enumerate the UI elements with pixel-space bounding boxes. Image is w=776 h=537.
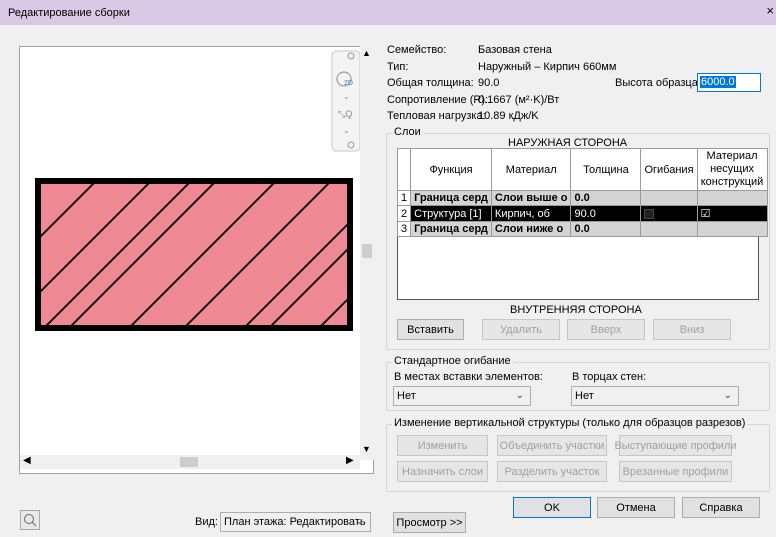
cell-material[interactable]: Слои выше о bbox=[490, 190, 572, 206]
cell-structural[interactable] bbox=[696, 190, 768, 206]
table-row[interactable]: 1 Граница серд Слои выше о 0.0 bbox=[396, 190, 768, 206]
window-title: Редактирование сборки bbox=[8, 6, 130, 19]
move-down-button[interactable]: Вниз bbox=[653, 319, 731, 340]
resistance-value: 0.1667 (м²·K)/Вт bbox=[478, 94, 560, 106]
ends-label: В торцах стен: bbox=[572, 371, 647, 383]
delete-button[interactable]: Удалить bbox=[482, 319, 560, 340]
cell-structural[interactable]: ☑ bbox=[696, 205, 768, 222]
cell-material[interactable]: Слои ниже о bbox=[490, 221, 572, 237]
scroll-up-icon[interactable]: ▲ bbox=[362, 48, 371, 58]
preview-canvas[interactable]: 2D ⌄ ⤡Q ⌄ bbox=[19, 46, 374, 474]
family-label: Семейство: bbox=[387, 44, 447, 56]
wrap-checkbox[interactable] bbox=[644, 208, 655, 219]
chevron-down-icon: ⌄ bbox=[723, 390, 732, 401]
hscroll-thumb[interactable] bbox=[180, 457, 198, 467]
thickness-label: Общая толщина: bbox=[387, 77, 474, 89]
ends-value: Нет bbox=[575, 390, 594, 402]
scroll-left-icon[interactable]: ◀ bbox=[23, 455, 31, 466]
thermal-value: 10.89 кДж/K bbox=[478, 110, 539, 122]
split-region-button[interactable]: Разделить участок bbox=[497, 461, 607, 482]
modify-button[interactable]: Изменить bbox=[397, 435, 488, 456]
zoom-2d-icon[interactable] bbox=[20, 510, 40, 530]
type-value: Наружный – Кирпич 660мм bbox=[478, 61, 617, 73]
row-num-header bbox=[396, 148, 412, 191]
pan-zoom-icon: ⤡Q bbox=[338, 109, 352, 119]
row-number: 2 bbox=[396, 205, 412, 222]
resistance-label: Сопротивление (R): bbox=[387, 94, 489, 106]
merge-regions-button[interactable]: Объединить участки bbox=[497, 435, 607, 456]
col-thickness[interactable]: Толщина bbox=[570, 148, 642, 191]
view-select[interactable]: План этажа: Редактировать ⌄ bbox=[220, 512, 371, 532]
col-wraps[interactable]: Огибания bbox=[640, 148, 698, 191]
chevron-down-icon: ⌄ bbox=[515, 390, 524, 401]
ok-button[interactable]: OK bbox=[513, 497, 591, 518]
inserts-label: В местах вставки элементов: bbox=[394, 371, 543, 383]
preview-toggle-button[interactable]: Просмотр >> bbox=[393, 512, 466, 533]
chevron-down-icon: ⌄ bbox=[355, 516, 364, 527]
view-label: Вид: bbox=[195, 516, 218, 528]
move-up-button[interactable]: Вверх bbox=[567, 319, 645, 340]
cell-material[interactable]: Кирпич, об bbox=[490, 205, 572, 222]
cell-thickness[interactable]: 0.0 bbox=[570, 190, 642, 206]
preview-hscroll[interactable]: ◀ ▶ bbox=[20, 455, 360, 469]
cell-function[interactable]: Граница серд bbox=[410, 190, 492, 206]
cell-structural[interactable] bbox=[696, 221, 768, 237]
sweeps-button[interactable]: Выступающие профили bbox=[614, 435, 737, 456]
table-row[interactable]: 3 Граница серд Слои ниже о 0.0 bbox=[396, 221, 768, 237]
row-number: 3 bbox=[396, 221, 412, 237]
help-button[interactable]: Справка bbox=[682, 497, 760, 518]
inserts-select[interactable]: Нет ⌄ bbox=[393, 386, 531, 406]
sample-height-value: 6000.0 bbox=[700, 76, 736, 88]
preview-vscroll[interactable]: ▲ ▼ bbox=[360, 46, 374, 460]
sample-height-input[interactable]: 6000.0 bbox=[697, 73, 761, 92]
cell-wrap[interactable] bbox=[640, 190, 698, 206]
scroll-thumb[interactable] bbox=[362, 244, 372, 258]
cell-wrap[interactable] bbox=[640, 205, 698, 222]
cell-function[interactable]: Граница серд bbox=[410, 221, 492, 237]
wrapping-group-label: Стандартное огибание bbox=[392, 355, 513, 367]
insert-button[interactable]: Вставить bbox=[397, 319, 464, 340]
interior-side-label: ВНУТРЕННЯЯ СТОРОНА bbox=[510, 304, 642, 316]
layers-table: Функция Материал Толщина Огибания Матери… bbox=[396, 148, 768, 237]
col-structural[interactable]: Материал несущих конструкций bbox=[696, 148, 768, 191]
svg-text:2D: 2D bbox=[344, 80, 353, 87]
vertical-structure-label: Изменение вертикальной структуры (только… bbox=[392, 417, 748, 429]
row-number: 1 bbox=[396, 190, 412, 206]
scroll-right-icon[interactable]: ▶ bbox=[346, 455, 354, 466]
cancel-button[interactable]: Отмена bbox=[597, 497, 675, 518]
cell-thickness[interactable]: 0.0 bbox=[570, 221, 642, 237]
svg-text:⌄: ⌄ bbox=[343, 92, 350, 101]
inserts-value: Нет bbox=[397, 390, 416, 402]
type-label: Тип: bbox=[387, 61, 409, 73]
sample-height-label: Высота образца: bbox=[615, 77, 701, 89]
cell-wrap[interactable] bbox=[640, 221, 698, 237]
wall-section-preview: 2D ⌄ ⤡Q ⌄ bbox=[35, 50, 361, 331]
layers-group-label: Слои bbox=[392, 126, 423, 138]
close-icon[interactable]: × bbox=[766, 3, 774, 18]
ends-select[interactable]: Нет ⌄ bbox=[571, 386, 739, 406]
title-bar: Редактирование сборки × bbox=[0, 0, 776, 25]
family-value: Базовая стена bbox=[478, 44, 552, 56]
col-function[interactable]: Функция bbox=[410, 148, 492, 191]
cell-function[interactable]: Структура [1] bbox=[410, 205, 492, 222]
cell-thickness[interactable]: 90.0 bbox=[570, 205, 642, 222]
scroll-down-icon[interactable]: ▼ bbox=[362, 444, 371, 454]
view-value: План этажа: Редактировать bbox=[224, 516, 366, 528]
reveals-button[interactable]: Врезанные профили bbox=[619, 461, 732, 482]
thickness-value: 90.0 bbox=[478, 77, 500, 89]
table-row-selected[interactable]: 2 Структура [1] Кирпич, об 90.0 ☑ bbox=[396, 205, 768, 222]
thermal-label: Тепловая нагрузка: bbox=[387, 110, 486, 122]
col-material[interactable]: Материал bbox=[490, 148, 572, 191]
svg-text:⌄: ⌄ bbox=[343, 126, 350, 135]
structural-checkbox[interactable]: ☑ bbox=[701, 208, 711, 220]
assign-layers-button[interactable]: Назначить слои bbox=[397, 461, 488, 482]
